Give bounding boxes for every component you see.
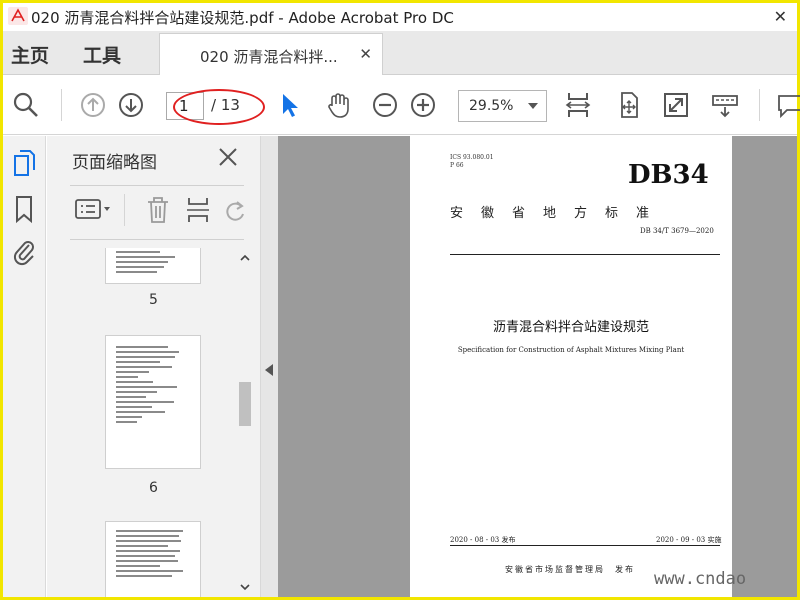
prev-page-icon[interactable] — [78, 90, 108, 120]
options-menu-icon[interactable] — [74, 194, 114, 226]
zoom-value: 29.5% — [469, 98, 514, 114]
thumbnails-pane: 页面缩略图 5 6 — [47, 136, 260, 597]
next-page-icon[interactable] — [116, 90, 146, 120]
tab-home[interactable]: 主页 — [11, 41, 49, 68]
fit-width-icon[interactable] — [614, 90, 644, 120]
red-annotation-ellipse — [173, 89, 265, 125]
standard-number: DB 34/T 3679—2020 — [640, 227, 714, 235]
full-screen-icon[interactable] — [661, 90, 691, 120]
window-close-button[interactable]: ✕ — [774, 7, 787, 26]
thumbnail-page-number: 5 — [149, 292, 158, 308]
thumbnail-page-number: 6 — [149, 480, 158, 496]
header-rule — [450, 254, 720, 255]
implement-date: 2020 - 09 - 03 实施 — [656, 536, 722, 544]
pane-divider — [70, 239, 244, 240]
doc-tab-close-button[interactable]: ✕ — [359, 45, 372, 63]
close-icon[interactable] — [217, 146, 239, 168]
hand-tool-icon[interactable] — [323, 90, 353, 120]
pdf-page: ICS 93.080.01 P 66 DB34 安徽省地方标准 DB 34/T … — [410, 136, 732, 597]
document-view[interactable]: ICS 93.080.01 P 66 DB34 安徽省地方标准 DB 34/T … — [278, 136, 797, 597]
ics-code: ICS 93.080.01 — [450, 154, 494, 161]
tab-bar: 主页 工具 020 沥青混合料拌... ✕ — [3, 31, 797, 75]
keyboard-icon[interactable] — [710, 90, 740, 120]
window-title: 020 沥青混合料拌合站建设规范.pdf - Adobe Acrobat Pro… — [31, 9, 454, 27]
chevron-down-icon[interactable] — [239, 581, 251, 593]
toolbar-divider — [759, 89, 760, 121]
province-standard-heading: 安徽省地方标准 — [450, 206, 668, 221]
title-bar: 020 沥青混合料拌合站建设规范.pdf - Adobe Acrobat Pro… — [3, 3, 797, 31]
thumbnail-lines — [116, 530, 190, 580]
thumbnail-page-5[interactable] — [105, 248, 201, 284]
document-title: 沥青混合料拌合站建设规范 — [492, 320, 649, 335]
search-icon[interactable] — [11, 90, 41, 120]
delete-icon[interactable] — [144, 194, 172, 226]
tab-document[interactable]: 020 沥青混合料拌... ✕ — [159, 33, 383, 75]
thumbnail-list: 5 6 — [47, 248, 235, 597]
collapse-left-icon[interactable] — [265, 364, 273, 376]
pane-collapse-strip[interactable] — [260, 136, 278, 597]
thumbnail-lines — [116, 251, 190, 276]
watermark-text: www.cndao — [654, 569, 747, 589]
standard-code: DB34 — [628, 160, 709, 190]
doc-tab-label: 020 沥青混合料拌... — [200, 48, 338, 66]
chevron-up-icon[interactable] — [239, 252, 251, 264]
rotate-icon[interactable] — [225, 194, 247, 226]
pane-divider — [70, 185, 244, 186]
thumbnail-lines — [116, 346, 190, 426]
acrobat-logo-icon — [8, 7, 28, 25]
issuing-authority: 安徽省市场监督管理局 发布 — [505, 565, 635, 574]
page-thumbnails-icon[interactable] — [11, 148, 37, 178]
p-code: P 66 — [450, 162, 464, 169]
select-pointer-icon[interactable] — [275, 90, 305, 120]
insert-page-icon[interactable] — [185, 194, 213, 226]
main-toolbar: 1 / 13 29.5% — [3, 75, 800, 135]
thumbnail-scrollbar[interactable] — [235, 248, 255, 597]
zoom-dropdown[interactable]: 29.5% — [458, 90, 547, 122]
chevron-down-icon — [528, 103, 538, 109]
scrollbar-thumb[interactable] — [239, 382, 251, 426]
attachment-icon[interactable] — [11, 236, 37, 266]
thumbnail-page-6[interactable] — [105, 335, 201, 469]
bookmark-icon[interactable] — [11, 194, 37, 224]
zoom-out-icon[interactable] — [370, 90, 400, 120]
comment-icon[interactable] — [775, 90, 800, 120]
document-subtitle: Specification for Construction of Asphal… — [457, 346, 685, 354]
publish-date: 2020 - 08 - 03 发布 — [450, 536, 516, 544]
tab-tools[interactable]: 工具 — [83, 41, 121, 68]
thumbnail-page-7[interactable] — [105, 521, 201, 597]
pane-title: 页面缩略图 — [72, 153, 157, 173]
fit-page-icon[interactable] — [563, 90, 593, 120]
pane-divider-vertical — [124, 194, 125, 226]
toolbar-divider — [61, 89, 62, 121]
left-rail — [3, 136, 46, 597]
zoom-in-icon[interactable] — [408, 90, 438, 120]
footer-rule — [450, 545, 720, 546]
